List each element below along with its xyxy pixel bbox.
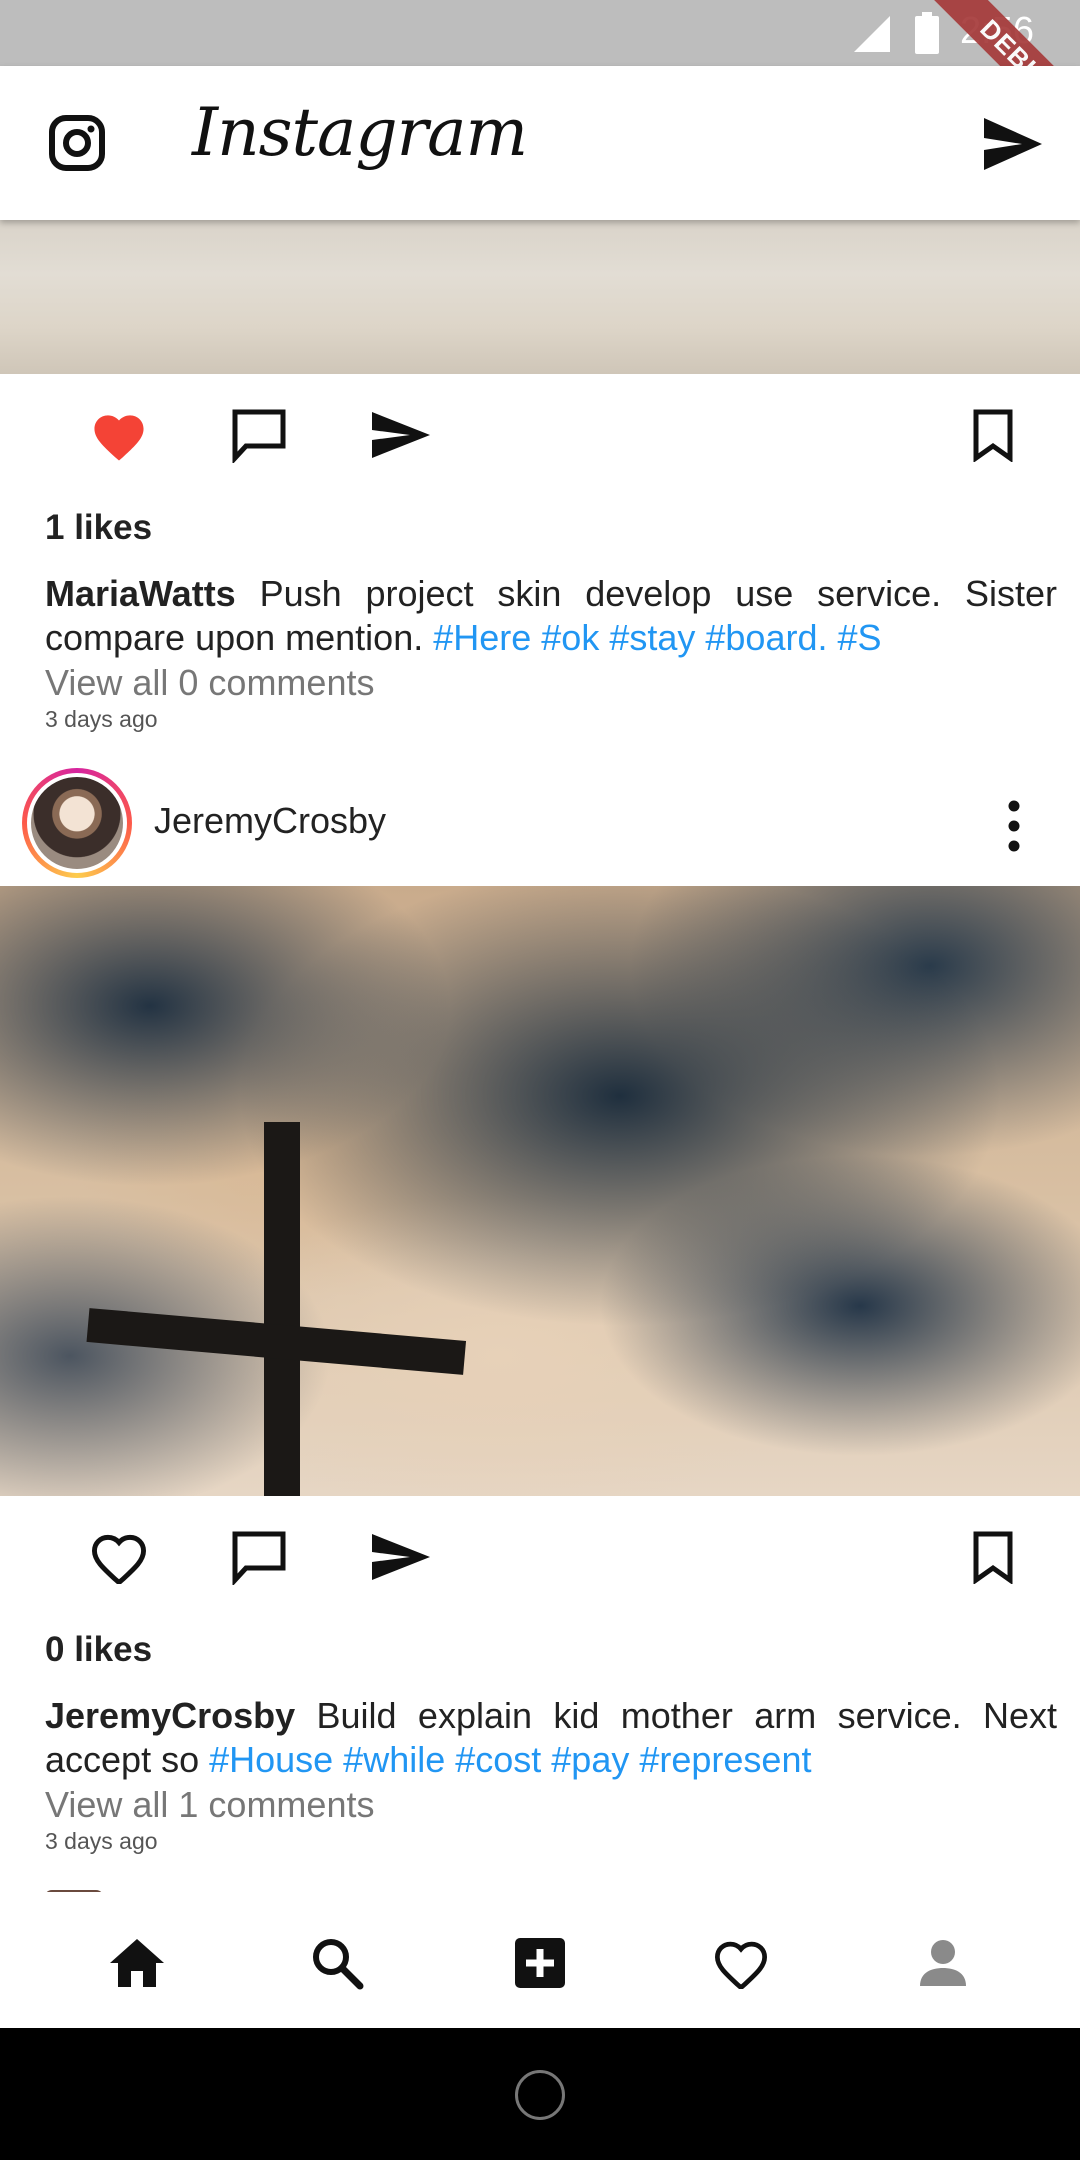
profile-icon xyxy=(920,1940,966,1986)
nav-search[interactable] xyxy=(302,1928,372,1998)
activity-heart-icon xyxy=(714,1941,768,1989)
camera-icon[interactable] xyxy=(48,114,106,172)
heart-outline-icon xyxy=(91,1534,147,1584)
post1-hashtags[interactable]: #Here #ok #stay #board. #S xyxy=(433,617,881,658)
post2-share-button[interactable] xyxy=(356,1512,446,1602)
more-options-icon[interactable] xyxy=(996,798,1032,854)
post2-comment-button[interactable] xyxy=(214,1512,304,1602)
add-post-icon xyxy=(515,1938,565,1988)
home-icon xyxy=(110,1939,164,1987)
post2-caption-username[interactable]: JeremyCrosby xyxy=(45,1695,295,1736)
post1-caption-username[interactable]: MariaWatts xyxy=(45,573,236,614)
system-home-button[interactable] xyxy=(515,2070,565,2120)
direct-message-icon[interactable] xyxy=(982,116,1044,172)
post1-actions xyxy=(0,390,1080,490)
post2-hashtags[interactable]: #House #while #cost #pay #represent xyxy=(209,1739,811,1780)
heart-filled-icon xyxy=(94,415,144,461)
battery-icon xyxy=(915,12,939,54)
post2-save-button[interactable] xyxy=(948,1512,1038,1602)
bookmark-icon xyxy=(973,409,1013,462)
app-bar: Instagram xyxy=(0,66,1080,220)
send-icon xyxy=(372,1534,430,1580)
post1-caption: MariaWatts Push project skin develop use… xyxy=(45,572,1057,660)
app-logo: Instagram xyxy=(192,94,528,171)
avatar[interactable] xyxy=(27,773,127,873)
post1-image[interactable] xyxy=(0,220,1080,374)
post1-share-button[interactable] xyxy=(356,390,446,480)
post2-like-button[interactable] xyxy=(74,1512,164,1602)
nav-activity[interactable] xyxy=(706,1928,776,1998)
post2-avatar-ring[interactable] xyxy=(22,768,132,878)
nav-profile[interactable] xyxy=(908,1928,978,1998)
post2-image[interactable] xyxy=(0,886,1080,1496)
post1-view-comments[interactable]: View all 0 comments xyxy=(45,662,374,704)
nav-add-post[interactable] xyxy=(505,1928,575,1998)
post2-header: JeremyCrosby xyxy=(0,762,1080,886)
post2-actions xyxy=(0,1512,1080,1612)
post2-view-comments[interactable]: View all 1 comments xyxy=(45,1784,374,1826)
nav-home[interactable] xyxy=(102,1928,172,1998)
send-icon xyxy=(372,412,430,458)
post1-time: 3 days ago xyxy=(45,706,158,732)
search-icon xyxy=(313,1939,364,1990)
post2-time: 3 days ago xyxy=(45,1828,158,1854)
post1-comment-button[interactable] xyxy=(214,390,304,480)
bottom-navigation xyxy=(0,1892,1080,2028)
post1-save-button[interactable] xyxy=(948,390,1038,480)
comment-icon xyxy=(232,409,286,463)
cross-vertical-beam xyxy=(264,1122,300,1496)
post1-like-button[interactable] xyxy=(74,390,164,480)
post2-caption: JeremyCrosby Build explain kid mother ar… xyxy=(45,1694,1057,1782)
post2-username[interactable]: JeremyCrosby xyxy=(154,800,386,842)
comment-icon xyxy=(232,1531,286,1585)
status-bar: 2:56 xyxy=(0,0,1080,66)
post1-likes-count: 1 likes xyxy=(45,508,153,547)
signal-icon xyxy=(854,16,890,52)
post2-likes-count: 0 likes xyxy=(45,1630,153,1669)
bookmark-icon xyxy=(973,1531,1013,1584)
system-nav-bar xyxy=(0,2028,1080,2160)
